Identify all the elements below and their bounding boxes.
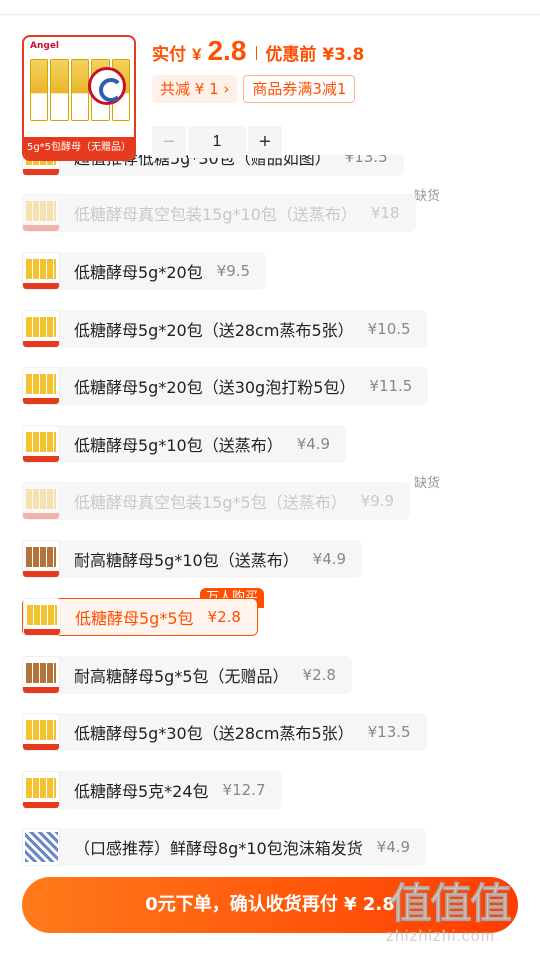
brand-logo: Angel: [30, 41, 60, 51]
sku-thumbnail: [22, 828, 60, 866]
sku-thumbnail: [22, 252, 60, 290]
thumbnail-caption: 5g*5包酵母（无赠品）: [24, 137, 134, 159]
discount-chips: 共减 ¥ 1 › 商品券满3减1: [152, 75, 356, 103]
sku-option[interactable]: 低糖酵母5g*20包（送28cm蒸布5张） ¥10.5: [22, 310, 427, 348]
sku-name: 低糖酵母真空包装15g*10包（送蒸布）: [74, 205, 357, 224]
sku-option[interactable]: 低糖酵母5克*24包 ¥12.7: [22, 771, 282, 809]
pay-label: 实付: [152, 45, 186, 65]
sku-price: ¥12.7: [222, 781, 266, 799]
sku-name: 耐高糖酵母5g*10包（送蒸布）: [74, 551, 299, 570]
selected-product-thumbnail[interactable]: Angel 5g*5包酵母（无赠品）: [22, 35, 136, 161]
decrease-button[interactable]: −: [152, 126, 186, 158]
sku-name: 耐高糖酵母5g*5包（无赠品）: [74, 667, 289, 686]
sku-price: ¥13.5: [367, 723, 411, 741]
sku-price: ¥2.8: [207, 608, 241, 626]
watermark-url: zhizhizhi.com: [386, 928, 496, 945]
sku-option: 低糖酵母真空包装15g*5包（送蒸布） ¥9.9: [22, 482, 411, 520]
sku-name: 低糖酵母5g*20包（送28cm蒸布5张）: [74, 321, 354, 340]
coupon-chip[interactable]: 商品券满3减1: [243, 75, 356, 103]
sku-option[interactable]: 低糖酵母5g*10包（送蒸布） ¥4.9: [22, 425, 347, 463]
sku-option[interactable]: （口感推荐）鲜酵母8g*10包泡沫箱发货 ¥4.9: [22, 828, 427, 866]
sku-thumbnail: [22, 367, 60, 405]
sku-price: ¥2.8: [302, 666, 336, 684]
sku-price: ¥18: [370, 204, 400, 222]
price-divider: [256, 46, 258, 60]
sku-thumbnail: [22, 713, 60, 751]
sku-name: 低糖酵母5克*24包: [74, 782, 209, 801]
sku-thumbnail: [22, 194, 60, 232]
original-price: 优惠前 ¥3.8: [265, 45, 365, 65]
watermark-logo: 值值值: [389, 879, 512, 929]
sku-thumbnail: [22, 540, 60, 578]
sku-name: 低糖酵母5g*20包: [74, 263, 203, 282]
watermark: 值值值 zhizhizhi.com: [384, 870, 534, 950]
sku-thumbnail: [22, 482, 60, 520]
sku-name: （口感推荐）鲜酵母8g*10包泡沫箱发货: [74, 839, 363, 858]
sku-name: 低糖酵母真空包装15g*5包（送蒸布）: [74, 493, 347, 512]
sku-thumbnail: [22, 310, 60, 348]
sku-option-list: 超值推荐低糖5g*30包（赠品如图） ¥13.5 缺货 低糖酵母真空包装15g*…: [0, 130, 540, 870]
sku-name: 低糖酵母5g*5包: [75, 609, 194, 628]
quantity-stepper: − 1 +: [152, 126, 282, 158]
sku-price: ¥11.5: [369, 377, 413, 395]
out-of-stock-tag: 缺货: [414, 189, 441, 204]
total-savings-chip[interactable]: 共减 ¥ 1 ›: [152, 75, 238, 103]
sku-thumbnail: [22, 656, 60, 694]
currency-symbol: ¥: [192, 45, 202, 64]
product-seal-icon: [88, 67, 126, 105]
sku-price: ¥9.5: [216, 262, 251, 280]
sku-price: ¥4.9: [376, 838, 411, 856]
sku-option-selected[interactable]: 低糖酵母5g*5包 ¥2.8: [22, 598, 258, 636]
pay-price: 2.8: [207, 35, 247, 66]
sku-option[interactable]: 低糖酵母5g*30包（送28cm蒸布5张） ¥13.5: [22, 713, 427, 751]
product-summary-header: Angel 5g*5包酵母（无赠品） 实付 ¥ 2.8 优惠前 ¥3.8 共减 …: [0, 15, 540, 161]
sku-option: 低糖酵母真空包装15g*10包（送蒸布） ¥18: [22, 194, 416, 232]
out-of-stock-tag: 缺货: [414, 476, 441, 491]
sku-name: 低糖酵母5g*30包（送28cm蒸布5张）: [74, 724, 354, 743]
sku-price: ¥9.9: [360, 492, 395, 510]
sku-thumbnail: [22, 425, 60, 463]
sku-option[interactable]: 低糖酵母5g*20包（送30g泡打粉5包） ¥11.5: [22, 367, 429, 405]
sku-option[interactable]: 低糖酵母5g*20包 ¥9.5: [22, 252, 267, 290]
sku-thumbnail: [22, 771, 60, 809]
sku-thumbnail: [23, 598, 61, 636]
sku-option[interactable]: 耐高糖酵母5g*5包（无赠品） ¥2.8: [22, 656, 352, 694]
sku-price: ¥10.5: [367, 320, 411, 338]
sku-name: 低糖酵母5g*10包（送蒸布）: [74, 436, 283, 455]
sku-option[interactable]: 耐高糖酵母5g*10包（送蒸布） ¥4.9: [22, 540, 363, 578]
sku-price: ¥4.9: [312, 550, 347, 568]
sku-name: 低糖酵母5g*20包（送30g泡打粉5包）: [74, 378, 356, 397]
increase-button[interactable]: +: [248, 126, 282, 158]
quantity-input[interactable]: 1: [188, 126, 246, 158]
price-row: 实付 ¥ 2.8 优惠前 ¥3.8: [152, 35, 364, 71]
sku-price: ¥4.9: [296, 435, 331, 453]
